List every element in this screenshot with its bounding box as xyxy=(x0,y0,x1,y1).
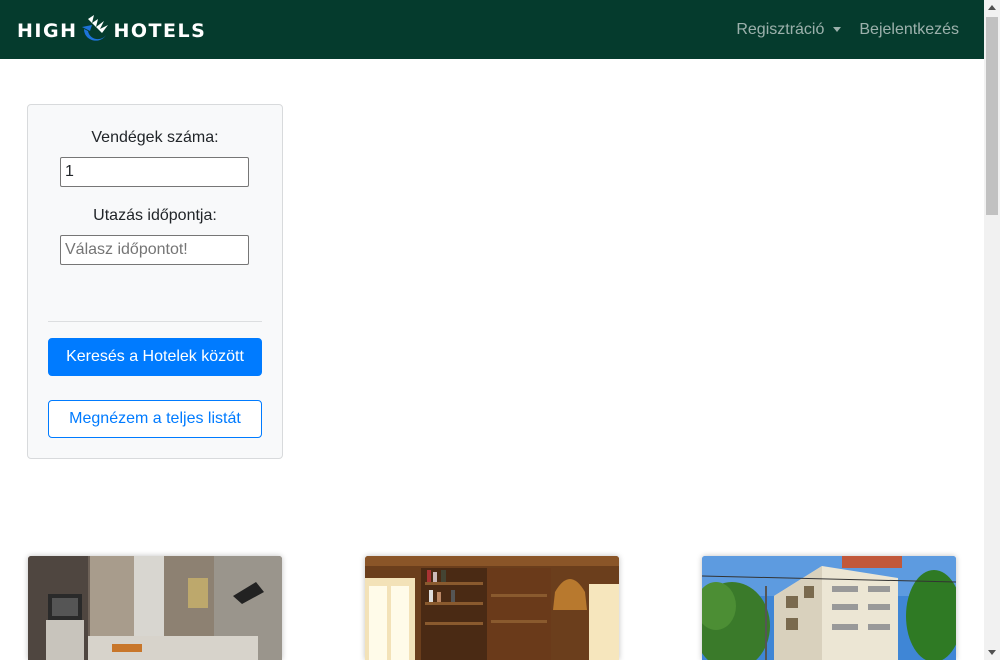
nav-links: Regisztráció Bejelentkezés xyxy=(736,0,959,59)
nav-login-label: Bejelentkezés xyxy=(859,20,959,38)
date-input[interactable] xyxy=(60,235,249,265)
hotel-card-2[interactable] xyxy=(365,556,619,660)
hotel-room-photo xyxy=(28,556,282,660)
nav-register-label: Regisztráció xyxy=(736,20,825,38)
brand-text-hotels: HOTELS xyxy=(113,20,207,42)
hotel-card-3[interactable] xyxy=(702,556,956,660)
nav-login-link[interactable]: Bejelentkezés xyxy=(859,21,959,39)
search-hotels-button[interactable]: Keresés a Hotelek között xyxy=(48,338,262,376)
full-list-button[interactable]: Megnézem a teljes listát xyxy=(48,400,262,438)
divider xyxy=(48,321,262,322)
scrollbar-thumb[interactable] xyxy=(986,17,998,215)
scroll-down-arrow-icon[interactable] xyxy=(988,650,996,655)
page-scrollbar[interactable] xyxy=(984,0,1000,660)
scroll-up-arrow-icon[interactable] xyxy=(988,5,996,10)
brand-logo[interactable]: HIGH HOTELS xyxy=(17,15,206,47)
top-navbar: HIGH HOTELS Regisztráció Bejelentkezés xyxy=(0,0,984,59)
hotel-building-exterior-photo xyxy=(702,556,956,660)
date-label: Utazás időpontja: xyxy=(93,207,217,224)
search-panel: Vendégek száma: Utazás időpontja: Keresé… xyxy=(27,104,283,459)
nav-register-dropdown[interactable]: Regisztráció xyxy=(736,20,842,39)
brand-text-high: HIGH xyxy=(17,20,78,42)
guests-input[interactable] xyxy=(60,157,249,187)
high-hotels-logo-icon xyxy=(82,15,109,41)
hotel-library-room-photo xyxy=(365,556,619,660)
hotel-card-1[interactable] xyxy=(28,556,282,660)
guests-label: Vendégek száma: xyxy=(91,129,219,146)
chevron-down-icon xyxy=(833,27,842,32)
